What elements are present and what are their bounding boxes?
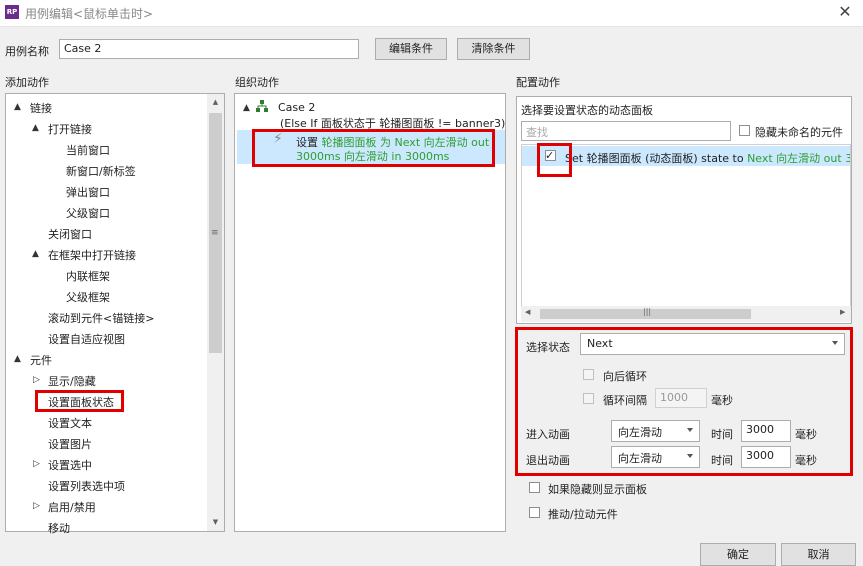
collapsed-arrow-icon[interactable]: ▷ bbox=[33, 375, 40, 385]
add-action-heading: 添加动作 bbox=[5, 76, 49, 89]
exit-anim-value: 向左滑动 bbox=[618, 452, 662, 465]
tree-item-open-in-frame[interactable]: 在框架中打开链接 bbox=[48, 247, 136, 263]
panel-row-text: Set 轮播图面板 (动态面板) state to Next 向左滑动 out … bbox=[565, 150, 850, 166]
action-line-2: 3000ms 向左滑动 in 3000ms bbox=[296, 150, 450, 163]
case-tree-icon bbox=[256, 100, 268, 112]
loop-interval-input[interactable]: 1000 bbox=[655, 388, 707, 408]
select-state-value: Next bbox=[587, 337, 613, 350]
loop-interval-label: 循环间隔 bbox=[603, 394, 647, 407]
enter-time-label: 时间 bbox=[711, 428, 733, 441]
loop-interval-unit: 毫秒 bbox=[711, 394, 733, 407]
exit-time-unit: 毫秒 bbox=[795, 454, 817, 467]
tree-item-set-image[interactable]: 设置图片 bbox=[48, 436, 92, 452]
tree-item-move[interactable]: 移动 bbox=[48, 520, 70, 536]
clear-condition-button[interactable]: 清除条件 bbox=[457, 38, 530, 60]
tree-item-link[interactable]: 链接 bbox=[30, 100, 52, 116]
select-panel-label: 选择要设置状态的动态面板 bbox=[521, 104, 653, 117]
scroll-left-icon[interactable]: ◀ bbox=[525, 308, 530, 316]
chevron-down-icon bbox=[687, 454, 693, 458]
exit-time-input[interactable]: 3000 bbox=[741, 446, 791, 468]
push-pull-checkbox[interactable] bbox=[529, 507, 540, 518]
scroll-right-icon[interactable]: ▶ bbox=[840, 308, 845, 316]
loop-back-label: 向后循环 bbox=[603, 370, 647, 383]
tree-item-close-window[interactable]: 关闭窗口 bbox=[48, 226, 92, 242]
loop-back-checkbox[interactable] bbox=[583, 369, 594, 380]
tree-item-open-link[interactable]: 打开链接 bbox=[48, 121, 92, 137]
search-input[interactable]: 查找 bbox=[521, 121, 731, 141]
show-if-hidden-label: 如果隐藏则显示面板 bbox=[548, 483, 647, 496]
tree-item-enable-disable[interactable]: 启用/禁用 bbox=[48, 499, 96, 515]
expanded-arrow-icon[interactable]: ▲ bbox=[32, 123, 39, 133]
enter-time-input[interactable]: 3000 bbox=[741, 420, 791, 442]
tree-item-set-list-selection[interactable]: 设置列表选中项 bbox=[48, 478, 125, 494]
row-target: 轮播图面板 (动态面板) state to bbox=[586, 152, 744, 165]
hide-unnamed-checkbox[interactable] bbox=[739, 125, 750, 136]
grip-icon: ≡ bbox=[211, 228, 219, 238]
select-state-label: 选择状态 bbox=[526, 341, 570, 354]
tree-item-current-window[interactable]: 当前窗口 bbox=[66, 142, 110, 158]
expanded-arrow-icon[interactable]: ▲ bbox=[243, 103, 250, 113]
chevron-down-icon bbox=[687, 428, 693, 432]
tree-item-popup-window[interactable]: 弹出窗口 bbox=[66, 184, 110, 200]
tree-item-set-text[interactable]: 设置文本 bbox=[48, 415, 92, 431]
push-pull-label: 推动/拉动元件 bbox=[548, 508, 618, 521]
show-if-hidden-checkbox[interactable] bbox=[529, 482, 540, 493]
loop-interval-checkbox[interactable] bbox=[583, 393, 594, 404]
enter-anim-dropdown[interactable]: 向左滑动 bbox=[611, 420, 700, 442]
case-name-label: 用例名称 bbox=[5, 45, 49, 58]
configure-action-heading: 配置动作 bbox=[516, 76, 560, 89]
tree-item-set-panel-state[interactable]: 设置面板状态 bbox=[48, 394, 114, 410]
collapsed-arrow-icon[interactable]: ▷ bbox=[33, 459, 40, 469]
tree-item-adaptive-view[interactable]: 设置自适应视图 bbox=[48, 331, 125, 347]
checkmark-icon: ✓ bbox=[545, 149, 555, 162]
close-icon[interactable]: ✕ bbox=[834, 2, 856, 22]
tree-item-inline-frame[interactable]: 内联框架 bbox=[66, 268, 110, 284]
tree-item-set-selected[interactable]: 设置选中 bbox=[48, 457, 92, 473]
window-title: 用例编辑<鼠标单击时> bbox=[25, 7, 154, 21]
row-green: Next 向左滑动 out 3000 bbox=[747, 152, 850, 165]
tree-item-new-window[interactable]: 新窗口/新标签 bbox=[66, 163, 136, 179]
collapsed-arrow-icon[interactable]: ▷ bbox=[33, 501, 40, 511]
tree-item-parent-window[interactable]: 父级窗口 bbox=[66, 205, 110, 221]
enter-time-unit: 毫秒 bbox=[795, 428, 817, 441]
scroll-down-icon[interactable]: ▼ bbox=[207, 518, 224, 526]
enter-anim-value: 向左滑动 bbox=[618, 426, 662, 439]
edit-condition-button[interactable]: 编辑条件 bbox=[375, 38, 447, 60]
exit-anim-label: 退出动画 bbox=[526, 454, 570, 467]
exit-anim-dropdown[interactable]: 向左滑动 bbox=[611, 446, 700, 468]
scroll-up-icon[interactable]: ▲ bbox=[207, 98, 224, 106]
cancel-button[interactable]: 取消 bbox=[781, 543, 856, 566]
tree-item-parent-frame[interactable]: 父级框架 bbox=[66, 289, 110, 305]
select-state-dropdown[interactable]: Next bbox=[580, 333, 845, 355]
app-logo-icon: RP bbox=[5, 5, 19, 19]
ok-button[interactable]: 确定 bbox=[700, 543, 776, 566]
hide-unnamed-label: 隐藏未命名的元件 bbox=[755, 126, 843, 139]
grip-icon: ||| bbox=[643, 307, 652, 316]
exit-time-label: 时间 bbox=[711, 454, 733, 467]
case-condition: (Else If 面板状态于 轮播图面板 != banner3) bbox=[280, 117, 506, 130]
enter-anim-label: 进入动画 bbox=[526, 428, 570, 441]
case-name-input[interactable]: Case 2 bbox=[59, 39, 359, 59]
tree-item-show-hide[interactable]: 显示/隐藏 bbox=[48, 373, 96, 389]
tree-item-scroll-to-widget[interactable]: 滚动到元件<锚链接> bbox=[48, 310, 154, 326]
tree-item-widgets[interactable]: 元件 bbox=[30, 352, 52, 368]
expanded-arrow-icon[interactable]: ▲ bbox=[14, 102, 21, 112]
chevron-down-icon bbox=[832, 341, 838, 345]
panel-list bbox=[521, 144, 851, 307]
row-prefix: Set bbox=[565, 152, 584, 165]
expanded-arrow-icon[interactable]: ▲ bbox=[32, 249, 39, 259]
lightning-icon: ⚡ bbox=[273, 131, 283, 147]
case-label[interactable]: Case 2 bbox=[278, 101, 315, 114]
expanded-arrow-icon[interactable]: ▲ bbox=[14, 354, 21, 364]
organize-action-heading: 组织动作 bbox=[235, 76, 279, 89]
